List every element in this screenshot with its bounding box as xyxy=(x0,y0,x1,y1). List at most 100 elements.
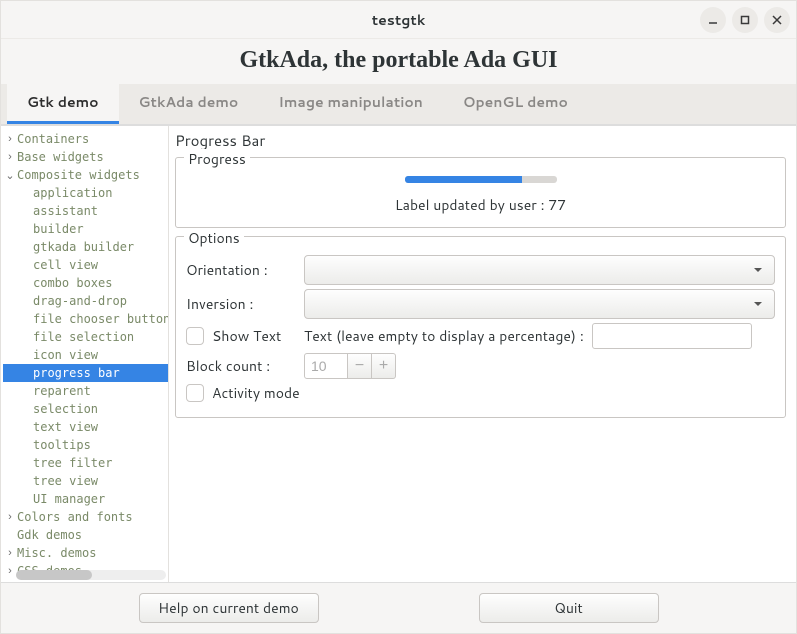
tree-item-label: selection xyxy=(33,402,98,416)
tree-item-label: tree filter xyxy=(33,456,112,470)
tree-item-label: Base widgets xyxy=(17,150,104,164)
tab-gtk-demo[interactable]: Gtk demo xyxy=(7,84,119,124)
tree-item-cell-view[interactable]: ›cell view xyxy=(3,256,168,274)
tree-item-label: cell view xyxy=(33,258,98,272)
tree-item-label: file chooser button xyxy=(33,312,169,326)
tree-item-tooltips[interactable]: ›tooltips xyxy=(3,436,168,454)
tree-item-application[interactable]: ›application xyxy=(3,184,168,202)
progress-fill xyxy=(405,176,522,183)
scrollbar-thumb[interactable] xyxy=(16,570,92,580)
options-frame: Options Orientation : Inversion : Show T… xyxy=(175,236,786,418)
tree-item-builder[interactable]: ›builder xyxy=(3,220,168,238)
tree-item-gtkada-builder[interactable]: ›gtkada builder xyxy=(3,238,168,256)
main-area: ›Containers›Base widgets⌄Composite widge… xyxy=(1,125,796,582)
tab-opengl-demo[interactable]: OpenGL demo xyxy=(443,84,588,124)
inversion-combo[interactable] xyxy=(304,289,775,319)
tree-item-label: UI manager xyxy=(33,492,105,506)
tree-item-label: tree view xyxy=(33,474,98,488)
activity-mode-checkbox[interactable] xyxy=(186,384,204,402)
tree-item-label: Composite widgets xyxy=(17,168,140,182)
tree-item-label: application xyxy=(33,186,112,200)
minimize-button[interactable] xyxy=(700,7,726,33)
chevron-right-icon: › xyxy=(3,133,17,145)
tab-bar: Gtk demoGtkAda demoImage manipulationOpe… xyxy=(1,84,796,125)
activity-mode-label: Activity mode xyxy=(212,383,300,403)
tree-item-text-view[interactable]: ›text view xyxy=(3,418,168,436)
tree-item-label: text view xyxy=(33,420,98,434)
tree-item-reparent[interactable]: ›reparent xyxy=(3,382,168,400)
progress-bar xyxy=(405,176,557,183)
tree-sidebar[interactable]: ›Containers›Base widgets⌄Composite widge… xyxy=(1,126,169,582)
tree-item-label: Misc. demos xyxy=(17,546,96,560)
tab-gtkada-demo[interactable]: GtkAda demo xyxy=(119,84,259,124)
progress-frame: Progress Label updated by user : 77 xyxy=(175,157,786,228)
tree-item-misc-demos[interactable]: ›Misc. demos xyxy=(3,544,168,562)
tree-item-composite-widgets[interactable]: ⌄Composite widgets xyxy=(3,166,168,184)
tree-item-progress-bar[interactable]: ›progress bar xyxy=(3,364,168,382)
quit-button[interactable]: Quit xyxy=(479,593,659,623)
tree-item-label: gtkada builder xyxy=(33,240,134,254)
tree-item-file-selection[interactable]: ›file selection xyxy=(3,328,168,346)
block-count-minus-button[interactable]: − xyxy=(348,353,372,379)
block-count-label: Block count : xyxy=(186,356,296,376)
progress-legend: Progress xyxy=(184,149,250,169)
chevron-right-icon: › xyxy=(3,151,17,163)
block-count-input[interactable] xyxy=(304,353,348,379)
tree-item-tree-filter[interactable]: ›tree filter xyxy=(3,454,168,472)
chevron-right-icon: › xyxy=(3,547,17,559)
window-controls xyxy=(700,7,790,33)
content-title: Progress Bar xyxy=(175,130,786,151)
tree-item-ui-manager[interactable]: ›UI manager xyxy=(3,490,168,508)
orientation-combo[interactable] xyxy=(304,255,775,285)
tree-item-label: drag-and-drop xyxy=(33,294,127,308)
tree-item-cairo[interactable]: ›Cairo xyxy=(3,580,168,582)
tree-item-label: Gdk demos xyxy=(17,528,82,542)
show-text-label: Show Text xyxy=(212,326,296,346)
tree-item-label: reparent xyxy=(33,384,91,398)
tree-item-base-widgets[interactable]: ›Base widgets xyxy=(3,148,168,166)
horizontal-scrollbar[interactable] xyxy=(16,570,166,580)
show-text-checkbox[interactable] xyxy=(186,327,204,345)
tree-item-label: assistant xyxy=(33,204,98,218)
demo-content: Progress Bar Progress Label updated by u… xyxy=(169,126,796,582)
tree-item-tree-view[interactable]: ›tree view xyxy=(3,472,168,490)
orientation-label: Orientation : xyxy=(186,260,296,280)
maximize-button[interactable] xyxy=(732,7,758,33)
tree-item-label: combo boxes xyxy=(33,276,112,290)
block-count-plus-button[interactable]: + xyxy=(372,353,396,379)
tree-item-combo-boxes[interactable]: ›combo boxes xyxy=(3,274,168,292)
tree-item-icon-view[interactable]: ›icon view xyxy=(3,346,168,364)
tree-item-label: Containers xyxy=(17,132,89,146)
chevron-right-icon: › xyxy=(3,565,17,577)
tree-item-assistant[interactable]: ›assistant xyxy=(3,202,168,220)
tree-item-drag-and-drop[interactable]: ›drag-and-drop xyxy=(3,292,168,310)
tree-item-label: file selection xyxy=(33,330,134,344)
chevron-down-icon xyxy=(752,298,764,310)
footer: Help on current demo Quit xyxy=(1,582,796,633)
text-field-label: Text (leave empty to display a percentag… xyxy=(304,326,584,346)
block-count-spinner[interactable]: − + xyxy=(304,353,396,379)
text-field[interactable] xyxy=(592,323,752,349)
tab-image-manipulation[interactable]: Image manipulation xyxy=(258,84,443,124)
options-legend: Options xyxy=(184,228,244,248)
tree-item-label: tooltips xyxy=(33,438,91,452)
title-bar: testgtk xyxy=(1,1,796,39)
inversion-label: Inversion : xyxy=(186,294,296,314)
tree-item-gdk-demos[interactable]: ›Gdk demos xyxy=(3,526,168,544)
progress-label: Label updated by user : 77 xyxy=(395,195,566,215)
tree-item-file-chooser-button[interactable]: ›file chooser button xyxy=(3,310,168,328)
tree-item-containers[interactable]: ›Containers xyxy=(3,130,168,148)
tree-item-selection[interactable]: ›selection xyxy=(3,400,168,418)
chevron-down-icon: ⌄ xyxy=(3,169,17,182)
tree-item-label: builder xyxy=(33,222,84,236)
tree-item-label: Colors and fonts xyxy=(17,510,133,524)
window-title: testgtk xyxy=(9,10,788,30)
chevron-right-icon: › xyxy=(3,511,17,523)
close-button[interactable] xyxy=(764,7,790,33)
tree-item-label: icon view xyxy=(33,348,98,362)
tree-item-label: progress bar xyxy=(33,366,120,380)
chevron-down-icon xyxy=(752,264,764,276)
help-button[interactable]: Help on current demo xyxy=(139,593,319,623)
tree-item-colors-and-fonts[interactable]: ›Colors and fonts xyxy=(3,508,168,526)
page-title: GtkAda, the portable Ada GUI xyxy=(1,39,796,84)
